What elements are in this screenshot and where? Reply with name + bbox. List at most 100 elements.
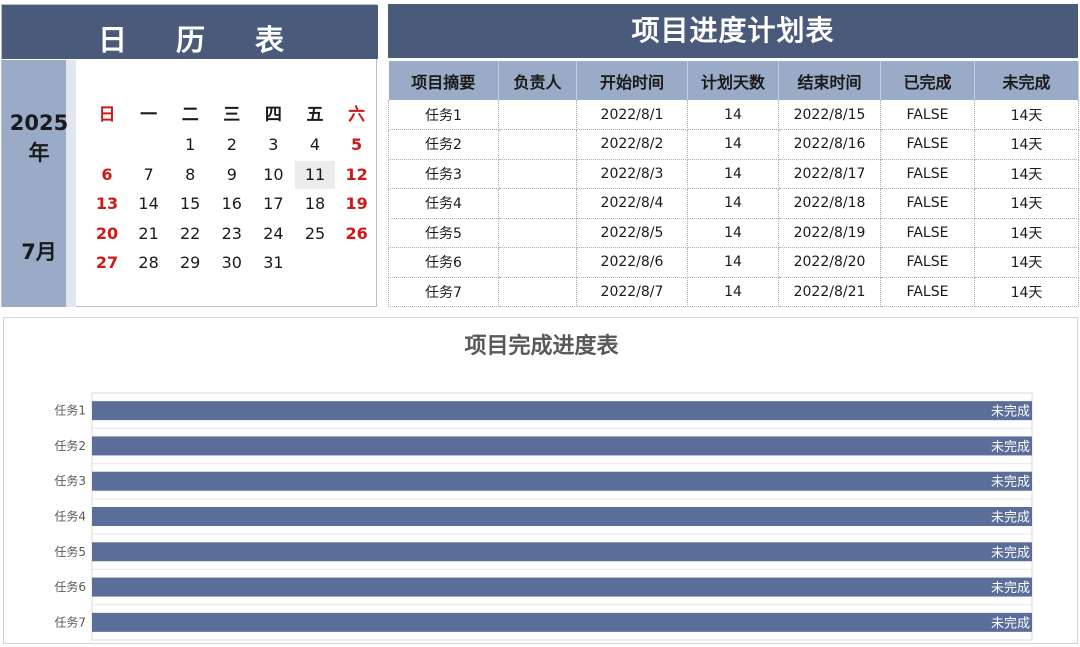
- calendar-day[interactable]: 31: [253, 249, 293, 277]
- calendar-day[interactable]: 17: [253, 190, 293, 218]
- table-cell[interactable]: 2022/8/3: [576, 159, 688, 189]
- table-cell[interactable]: 2022/8/17: [778, 159, 881, 189]
- chart-bar[interactable]: [92, 542, 1032, 562]
- table-cell[interactable]: 14: [687, 247, 779, 278]
- calendar-day[interactable]: 22: [170, 220, 210, 248]
- table-cell[interactable]: FALSE: [880, 159, 975, 189]
- calendar-day[interactable]: 14: [129, 190, 169, 218]
- calendar-day[interactable]: 15: [170, 190, 210, 218]
- table-header-row: 项目摘要 负责人 开始时间 计划天数 结束时间 已完成 未完成: [388, 61, 1079, 100]
- table-cell[interactable]: 14: [687, 100, 779, 130]
- calendar-day[interactable]: 24: [253, 220, 293, 248]
- calendar-day[interactable]: 13: [87, 190, 127, 218]
- table-cell[interactable]: 2022/8/15: [778, 100, 881, 130]
- table-cell[interactable]: 14天: [974, 277, 1079, 307]
- table-cell[interactable]: 任务1: [388, 100, 499, 130]
- table-cell[interactable]: 2022/8/20: [778, 247, 881, 278]
- calendar-day[interactable]: 3: [253, 131, 293, 159]
- table-cell[interactable]: 任务7: [388, 277, 499, 307]
- table-cell[interactable]: 14天: [974, 159, 1079, 189]
- calendar-day[interactable]: 28: [129, 249, 169, 277]
- table-cell[interactable]: 2022/8/7: [576, 277, 688, 307]
- calendar-day[interactable]: 29: [170, 249, 210, 277]
- chart-category-label: 任务5: [54, 544, 86, 559]
- table-cell[interactable]: [498, 100, 577, 130]
- calendar-day[interactable]: 23: [212, 220, 252, 248]
- chart-data-label: 未完成: [991, 405, 1030, 420]
- table-cell[interactable]: FALSE: [880, 247, 975, 278]
- calendar-day[interactable]: 7: [129, 161, 169, 189]
- table-cell[interactable]: [498, 218, 577, 248]
- table-cell[interactable]: [498, 277, 577, 307]
- table-cell[interactable]: 2022/8/21: [778, 277, 881, 307]
- calendar-day[interactable]: 21: [129, 220, 169, 248]
- calendar-weekday: 四: [264, 105, 282, 125]
- table-cell[interactable]: [498, 188, 577, 219]
- table-cell[interactable]: 任务4: [388, 188, 499, 219]
- calendar-day[interactable]: 27: [87, 249, 127, 277]
- chart-data-label: 未完成: [991, 546, 1030, 561]
- calendar-day[interactable]: 1: [170, 131, 210, 159]
- table-cell[interactable]: FALSE: [880, 218, 975, 248]
- table-cell[interactable]: 14天: [974, 188, 1079, 219]
- table-cell[interactable]: [498, 247, 577, 278]
- calendar-year-suffix: 年: [28, 141, 50, 165]
- table-cell[interactable]: FALSE: [880, 188, 975, 219]
- table-cell[interactable]: 14: [687, 129, 779, 160]
- calendar-day[interactable]: 6: [87, 161, 127, 189]
- table-cell[interactable]: FALSE: [880, 129, 975, 160]
- calendar-day[interactable]: 20: [87, 220, 127, 248]
- calendar-day[interactable]: 18: [295, 190, 335, 218]
- table-cell[interactable]: 2022/8/18: [778, 188, 881, 219]
- chart-bar[interactable]: [92, 436, 1032, 456]
- calendar-day[interactable]: 8: [170, 161, 210, 189]
- calendar-day[interactable]: 12: [337, 161, 377, 189]
- chart-bar[interactable]: [92, 471, 1032, 491]
- chart-bar[interactable]: [92, 577, 1032, 597]
- table-cell[interactable]: 任务2: [388, 129, 499, 160]
- calendar-weekday: 一: [140, 105, 158, 125]
- table-cell[interactable]: 2022/8/16: [778, 129, 881, 160]
- chart-bar[interactable]: [92, 507, 1032, 526]
- chart-bar[interactable]: [92, 612, 1032, 632]
- table-cell[interactable]: 14天: [974, 218, 1079, 248]
- table-cell[interactable]: 任务6: [388, 247, 499, 278]
- calendar-day[interactable]: 4: [295, 131, 335, 159]
- chart-bar[interactable]: [92, 401, 1032, 421]
- calendar-day[interactable]: 10: [253, 161, 293, 189]
- table-cell[interactable]: 14天: [974, 129, 1079, 160]
- table-cell[interactable]: 2022/8/4: [576, 188, 688, 219]
- calendar-day[interactable]: 11: [295, 160, 335, 189]
- table-cell[interactable]: FALSE: [880, 100, 975, 130]
- calendar-day[interactable]: 16: [212, 190, 252, 218]
- table-cell[interactable]: 14天: [974, 247, 1079, 278]
- table-cell[interactable]: FALSE: [880, 277, 975, 307]
- calendar-day[interactable]: 26: [337, 220, 377, 248]
- calendar-title-char: 历: [176, 23, 206, 57]
- table-cell[interactable]: 2022/8/6: [576, 247, 688, 278]
- table-cell[interactable]: [498, 129, 577, 160]
- chart-data-label: 未完成: [991, 475, 1030, 490]
- table-cell[interactable]: 14: [687, 277, 779, 307]
- table-cell[interactable]: 2022/8/2: [576, 129, 688, 160]
- table-cell[interactable]: 任务5: [388, 218, 499, 248]
- table-cell[interactable]: 2022/8/5: [576, 218, 688, 248]
- table-cell[interactable]: 2022/8/1: [576, 100, 688, 130]
- calendar-day[interactable]: 25: [295, 220, 335, 248]
- table-cell[interactable]: 14: [687, 188, 779, 219]
- table-cell[interactable]: 任务3: [388, 159, 499, 189]
- calendar-day[interactable]: 19: [337, 190, 377, 218]
- table-cell[interactable]: 14天: [974, 100, 1079, 130]
- chart-plot: 任务1 未完成任务2 未完成任务3 未完成任务4 未完成任务5 未完成任务6 未完成任务7 未…: [54, 392, 1033, 641]
- table-cell[interactable]: [498, 159, 577, 189]
- calendar-day[interactable]: 2: [212, 131, 252, 159]
- calendar-day[interactable]: 30: [212, 249, 252, 277]
- table-cell[interactable]: 14: [687, 218, 779, 248]
- calendar-day[interactable]: 9: [212, 161, 252, 189]
- table-cell[interactable]: 2022/8/19: [778, 218, 881, 248]
- table-cell[interactable]: 14: [687, 159, 779, 189]
- table-row: 任务1 2022/8/1 14 2022/8/15 FALSE 14天: [388, 100, 1079, 130]
- progress-table: 项目摘要 负责人 开始时间 计划天数 结束时间 已完成 未完成 任务1 2022/8/1 14 2…: [388, 61, 1079, 307]
- calendar-day[interactable]: 5: [337, 131, 377, 159]
- table-header-cell: 未完成: [974, 61, 1079, 100]
